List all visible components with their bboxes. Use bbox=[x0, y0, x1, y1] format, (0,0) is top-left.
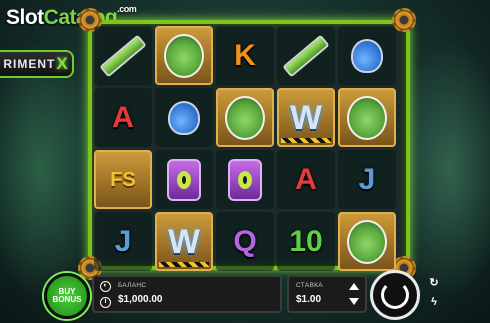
symbol-a: A bbox=[112, 100, 134, 134]
symbol-j: J bbox=[114, 224, 132, 258]
autoplay-icon[interactable]: ↻ bbox=[422, 276, 446, 290]
symbol-t: 10 bbox=[289, 224, 323, 258]
eye-jar-icon bbox=[167, 158, 201, 201]
balance-value: $1,000.00 bbox=[118, 294, 163, 305]
scientist-wild-icon bbox=[164, 33, 204, 78]
syringe-icon bbox=[99, 34, 147, 77]
eye-icon bbox=[177, 170, 191, 189]
reel-cell: A bbox=[94, 88, 152, 147]
reel-cell: Q bbox=[216, 212, 274, 271]
bet-panel: СТАВКА $1.00 bbox=[287, 275, 367, 313]
reel-cell bbox=[94, 26, 152, 85]
reel-cell: J bbox=[94, 212, 152, 271]
hazard-stripe bbox=[281, 138, 331, 143]
symbol-k: K bbox=[234, 38, 256, 72]
balance-panel: ◐ i БАЛАНС $1,000.00 bbox=[92, 275, 282, 313]
turbo-icon[interactable]: ϟ bbox=[422, 296, 446, 310]
symbol-j: J bbox=[358, 162, 376, 196]
reel-cell bbox=[338, 88, 396, 147]
bet-label: СТАВКА bbox=[296, 282, 323, 289]
scientist-wild-icon bbox=[347, 95, 387, 140]
scientist-wild-icon bbox=[347, 219, 387, 264]
bet-decrease-icon[interactable] bbox=[349, 298, 359, 305]
reel-cell bbox=[155, 150, 213, 209]
game-title-badge: RIMENT X bbox=[0, 50, 74, 78]
flask-icon bbox=[168, 100, 200, 135]
symbol-fs: FS bbox=[110, 168, 136, 191]
hazard-stripe bbox=[159, 262, 209, 267]
syringe-icon bbox=[282, 34, 330, 77]
buy-bonus-line2: BONUS bbox=[52, 295, 82, 304]
bet-value: $1.00 bbox=[296, 294, 322, 305]
reel-grid: K A W FS A J J W Q 10 bbox=[94, 26, 396, 271]
reel-cell bbox=[338, 26, 396, 85]
reel-cell bbox=[155, 88, 213, 147]
symbol-q: Q bbox=[233, 224, 257, 258]
balance-label: БАЛАНС bbox=[118, 282, 147, 289]
reel-cell: FS bbox=[94, 150, 152, 209]
reel-cell: 10 bbox=[277, 212, 335, 271]
spin-arrow-icon bbox=[381, 281, 409, 309]
spin-button[interactable] bbox=[370, 270, 420, 320]
flask-icon bbox=[351, 38, 383, 73]
symbol-w: W bbox=[289, 98, 323, 137]
symbol-a: A bbox=[295, 162, 317, 196]
reel-cell bbox=[338, 212, 396, 271]
symbol-w: W bbox=[167, 222, 201, 261]
reel-cell: W bbox=[155, 212, 213, 271]
eye-icon bbox=[238, 170, 252, 189]
reel-cell bbox=[216, 150, 274, 209]
game-title-x: X bbox=[56, 54, 69, 73]
reel-cell: K bbox=[216, 26, 274, 85]
reel-cell: A bbox=[277, 150, 335, 209]
scientist-wild-icon bbox=[225, 95, 265, 140]
buy-bonus-button[interactable]: BUY BONUS bbox=[44, 273, 90, 319]
info-icon[interactable]: i bbox=[100, 297, 111, 308]
watermark-brand-a: Slot bbox=[6, 6, 44, 29]
eye-jar-icon bbox=[228, 158, 262, 201]
sound-icon[interactable]: ◐ bbox=[100, 281, 111, 292]
reel-cell: W bbox=[277, 88, 335, 147]
reel-cell bbox=[216, 88, 274, 147]
reel-cell bbox=[277, 26, 335, 85]
game-title-text: RIMENT bbox=[3, 57, 56, 71]
reel-cell bbox=[155, 26, 213, 85]
bet-increase-icon[interactable] bbox=[349, 283, 359, 290]
reel-cell: J bbox=[338, 150, 396, 209]
watermark-suffix: .com bbox=[117, 4, 137, 14]
